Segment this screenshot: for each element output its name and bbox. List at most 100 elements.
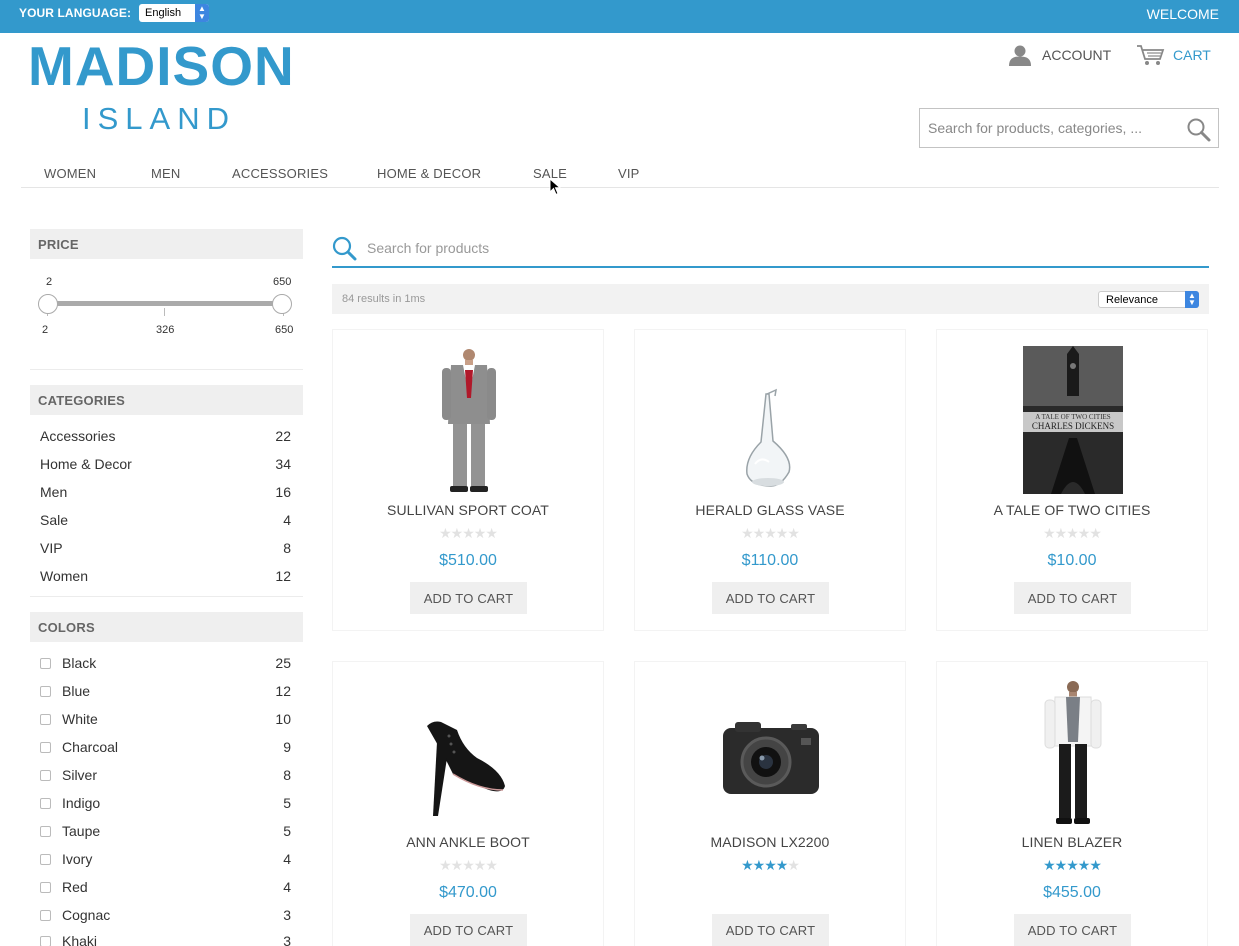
- color-name: Black: [62, 655, 97, 671]
- account-icon: [1009, 45, 1031, 66]
- nav-home-decor[interactable]: HOME & DECOR: [377, 166, 481, 181]
- category-name: Accessories: [40, 428, 116, 444]
- color-item[interactable]: White 10: [40, 711, 291, 731]
- color-checkbox[interactable]: [40, 658, 51, 669]
- product-search-input[interactable]: [367, 237, 1187, 259]
- color-item[interactable]: Khaki 3: [40, 933, 291, 946]
- color-checkbox[interactable]: [40, 854, 51, 865]
- category-item[interactable]: Accessories 22: [40, 428, 291, 448]
- product-name[interactable]: SULLIVAN SPORT COAT: [333, 502, 603, 518]
- search-icon: [332, 236, 357, 261]
- color-item[interactable]: Cognac 3: [40, 907, 291, 927]
- results-stats-bar: 84 results in 1ms Relevance ▲ ▼: [332, 284, 1209, 314]
- color-checkbox[interactable]: [40, 714, 51, 725]
- product-card[interactable]: MADISON LX2200 ★★★★★ ADD TO CART: [634, 661, 906, 946]
- welcome-link[interactable]: WELCOME: [1147, 6, 1219, 22]
- add-to-cart-button[interactable]: ADD TO CART: [712, 914, 829, 946]
- book-image[interactable]: A TALE OF TWO CITIES CHARLES DICKENS: [1023, 346, 1123, 494]
- add-to-cart-button[interactable]: ADD TO CART: [410, 914, 527, 946]
- header-search-input[interactable]: [920, 109, 1182, 147]
- price-slider-track[interactable]: [47, 301, 283, 306]
- camera-image[interactable]: [721, 678, 821, 826]
- nav-vip[interactable]: VIP: [618, 166, 640, 181]
- product-card[interactable]: A TALE OF TWO CITIES CHARLES DICKENS A T…: [936, 329, 1208, 631]
- category-item[interactable]: VIP 8: [40, 540, 291, 560]
- boot-image[interactable]: [419, 678, 519, 826]
- category-item[interactable]: Men 16: [40, 484, 291, 504]
- category-count: 34: [275, 456, 291, 472]
- color-checkbox[interactable]: [40, 770, 51, 781]
- star-icon: ★: [764, 525, 777, 541]
- nav-accessories[interactable]: ACCESSORIES: [232, 166, 328, 181]
- suit-image[interactable]: [419, 346, 519, 494]
- price-slider-max-handle[interactable]: [272, 294, 292, 314]
- product-card[interactable]: ANN ANKLE BOOT ★★★★★ $470.00 ADD TO CART: [332, 661, 604, 946]
- star-icon: ★: [787, 525, 800, 541]
- product-card[interactable]: LINEN BLAZER ★★★★★ $455.00 ADD TO CART: [936, 661, 1208, 946]
- price-scale-mid: 326: [156, 324, 175, 336]
- rating-stars: ★★★★★: [333, 857, 603, 874]
- logo-main-text[interactable]: MADISON: [28, 36, 295, 96]
- color-count: 25: [275, 655, 291, 671]
- product-name[interactable]: MADISON LX2200: [635, 834, 905, 850]
- star-icon: ★: [1077, 525, 1091, 541]
- add-to-cart-button[interactable]: ADD TO CART: [410, 582, 527, 614]
- product-name[interactable]: HERALD GLASS VASE: [635, 502, 905, 518]
- color-item[interactable]: Taupe 5: [40, 823, 291, 843]
- color-item[interactable]: Indigo 5: [40, 795, 291, 815]
- color-checkbox[interactable]: [40, 742, 51, 753]
- color-item[interactable]: Charcoal 9: [40, 739, 291, 759]
- star-icon: ★: [1066, 857, 1079, 873]
- sort-select[interactable]: Relevance ▲ ▼: [1098, 291, 1199, 308]
- color-item[interactable]: Blue 12: [40, 683, 291, 703]
- add-to-cart-button[interactable]: ADD TO CART: [712, 582, 829, 614]
- color-name: Indigo: [62, 795, 101, 811]
- language-select[interactable]: English ▲ ▼: [139, 4, 209, 22]
- price-slider-min-handle[interactable]: [38, 294, 58, 314]
- price-selected-min: 2: [46, 276, 53, 288]
- nav-women[interactable]: WOMEN: [44, 166, 96, 181]
- add-to-cart-button[interactable]: ADD TO CART: [1014, 914, 1131, 946]
- product-card[interactable]: HERALD GLASS VASE ★★★★★ $110.00 ADD TO C…: [634, 329, 906, 631]
- color-item[interactable]: Silver 8: [40, 767, 291, 787]
- color-count: 9: [283, 739, 291, 755]
- star-icon: ★: [485, 525, 498, 541]
- add-to-cart-button[interactable]: ADD TO CART: [1014, 582, 1131, 614]
- blazer-image[interactable]: [1023, 678, 1123, 826]
- logo-sub-text[interactable]: ISLAND: [82, 102, 236, 136]
- color-checkbox[interactable]: [40, 686, 51, 697]
- product-name[interactable]: LINEN BLAZER: [937, 834, 1207, 850]
- color-item[interactable]: Black 25: [40, 655, 291, 675]
- account-link[interactable]: ACCOUNT: [1008, 44, 1111, 66]
- star-icon: ★: [473, 525, 487, 541]
- color-checkbox[interactable]: [40, 910, 51, 921]
- color-checkbox[interactable]: [40, 798, 51, 809]
- search-icon[interactable]: [1186, 117, 1212, 143]
- color-count: 4: [283, 851, 291, 867]
- star-icon: ★: [752, 525, 766, 541]
- category-count: 22: [275, 428, 291, 444]
- color-item[interactable]: Red 4: [40, 879, 291, 899]
- category-item[interactable]: Sale 4: [40, 512, 291, 532]
- star-icon: ★: [473, 857, 487, 873]
- star-icon: ★: [741, 525, 754, 541]
- star-icon: ★: [775, 857, 789, 873]
- color-checkbox[interactable]: [40, 936, 51, 946]
- category-item[interactable]: Women 12: [40, 568, 291, 588]
- star-icon: ★: [752, 857, 766, 873]
- category-count: 8: [283, 540, 291, 556]
- color-checkbox[interactable]: [40, 826, 51, 837]
- category-item[interactable]: Home & Decor 34: [40, 456, 291, 476]
- nav-men[interactable]: MEN: [151, 166, 181, 181]
- color-item[interactable]: Ivory 4: [40, 851, 291, 871]
- product-name[interactable]: ANN ANKLE BOOT: [333, 834, 603, 850]
- cart-link[interactable]: CART: [1136, 44, 1211, 66]
- star-icon: ★: [439, 857, 452, 873]
- select-arrows-icon: ▲ ▼: [195, 4, 209, 22]
- product-card[interactable]: SULLIVAN SPORT COAT ★★★★★ $510.00 ADD TO…: [332, 329, 604, 631]
- color-checkbox[interactable]: [40, 882, 51, 893]
- vase-image[interactable]: [721, 346, 821, 494]
- color-name: Khaki: [62, 933, 98, 946]
- book-cover-title: A TALE OF TWO CITIES: [1035, 413, 1111, 421]
- product-name[interactable]: A TALE OF TWO CITIES: [937, 502, 1207, 518]
